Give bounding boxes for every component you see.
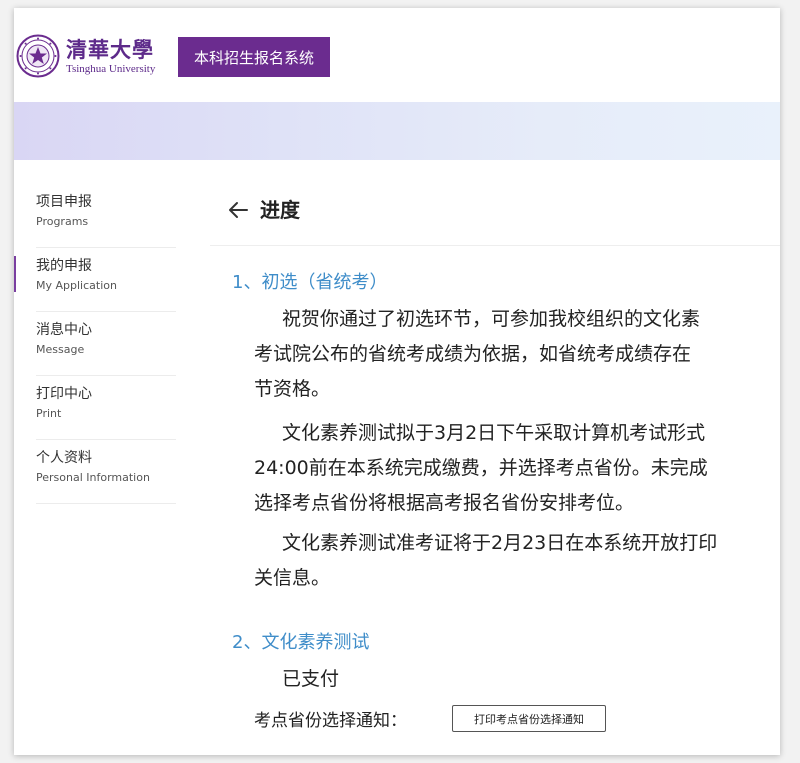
main-header: 进度 xyxy=(210,184,780,246)
sidebar-item-label: 个人资料 xyxy=(36,450,92,466)
print-notice-button[interactable]: 打印考点省份选择通知 xyxy=(452,705,606,732)
sidebar-item-label: 打印中心 xyxy=(36,386,92,402)
sidebar-item-label: 消息中心 xyxy=(36,322,92,338)
text-line: 祝贺你通过了初选环节，可参加我校组织的文化素 xyxy=(282,308,701,330)
main-content: 进度 1、初选（省统考） 祝贺你通过了初选环节，可参加我校组织的文化素 考试院公… xyxy=(210,184,780,755)
banner xyxy=(14,102,780,160)
sidebar-item-sublabel: Personal Information xyxy=(36,471,150,484)
text-line: 节资格。 xyxy=(254,378,331,400)
paragraph-congratulations: 祝贺你通过了初选环节，可参加我校组织的文化素 考试院公布的省统考成绩为依据，如省… xyxy=(254,302,780,407)
university-name-cn: 清華大學 xyxy=(66,36,154,62)
system-title[interactable]: 本科招生报名系统 xyxy=(178,37,330,77)
page-title: 进度 xyxy=(260,198,300,222)
sidebar-item-programs[interactable]: 项目申报 Programs xyxy=(36,184,176,248)
sidebar-item-sublabel: Message xyxy=(36,343,85,356)
notice-label: 考点省份选择通知： xyxy=(254,711,407,731)
paragraph-test-schedule: 文化素养测试拟于3月2日下午采取计算机考试形式 24:00前在本系统完成缴费，并… xyxy=(254,416,780,521)
university-seal-icon xyxy=(16,34,60,78)
university-name-en: Tsinghua University xyxy=(66,62,156,75)
sidebar: 项目申报 Programs 我的申报 My Application 消息中心 M… xyxy=(14,184,176,504)
section-title-preliminary: 1、初选（省统考） xyxy=(232,272,388,293)
section-title-literacy-test: 2、文化素养测试 xyxy=(232,632,370,653)
sidebar-item-sublabel: Print xyxy=(36,407,62,420)
page: 清華大學 Tsinghua University 本科招生报名系统 项目申报 P… xyxy=(14,8,780,755)
text-line: 选择考点省份将根据高考报名省份安排考位。 xyxy=(254,492,635,514)
sidebar-item-my-application[interactable]: 我的申报 My Application xyxy=(14,248,176,312)
university-logo[interactable]: 清華大學 Tsinghua University xyxy=(16,34,155,78)
back-arrow-icon[interactable] xyxy=(226,198,250,222)
header: 清華大學 Tsinghua University 本科招生报名系统 xyxy=(14,8,780,102)
sidebar-item-label: 项目申报 xyxy=(36,194,92,210)
text-line: 关信息。 xyxy=(254,567,331,589)
sidebar-item-label: 我的申报 xyxy=(36,258,92,274)
sidebar-item-sublabel: My Application xyxy=(36,279,117,292)
text-line: 考试院公布的省统考成绩为依据，如省统考成绩存在 xyxy=(254,343,692,365)
paragraph-admission-ticket: 文化素养测试准考证将于2月23日在本系统开放打印 关信息。 xyxy=(254,526,780,596)
sidebar-item-sublabel: Programs xyxy=(36,215,89,228)
screenshot-frame: 清華大學 Tsinghua University 本科招生报名系统 项目申报 P… xyxy=(0,0,800,763)
sidebar-item-personal-information[interactable]: 个人资料 Personal Information xyxy=(36,440,176,504)
text-line: 文化素养测试拟于3月2日下午采取计算机考试形式 xyxy=(282,422,706,444)
sidebar-item-print[interactable]: 打印中心 Print xyxy=(36,376,176,440)
text-line: 文化素养测试准考证将于2月23日在本系统开放打印 xyxy=(282,532,718,554)
sidebar-item-message[interactable]: 消息中心 Message xyxy=(36,312,176,376)
text-line: 24:00前在本系统完成缴费，并选择考点省份。未完成 xyxy=(254,457,708,479)
payment-status: 已支付 xyxy=(282,668,340,690)
